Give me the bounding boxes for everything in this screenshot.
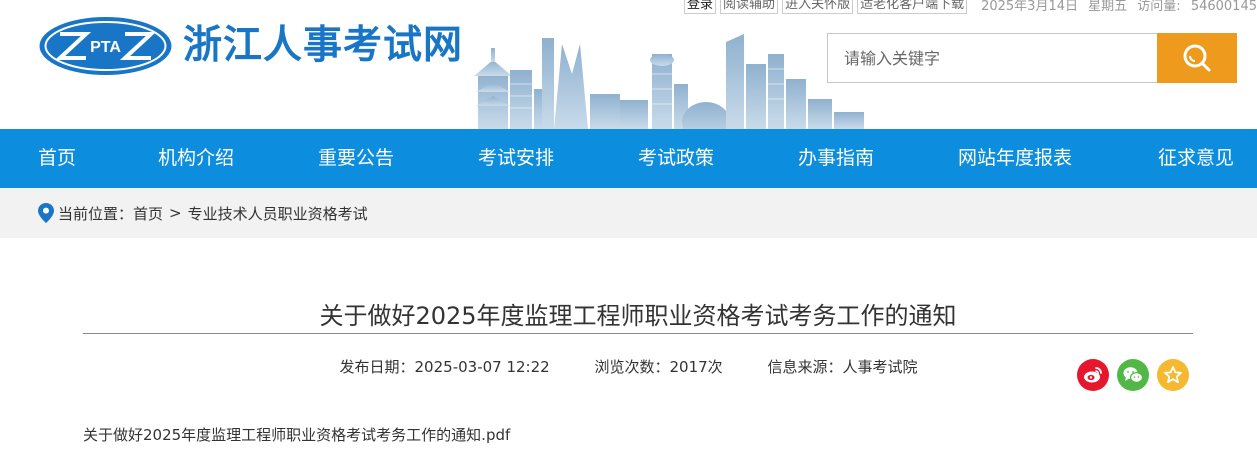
- info-source-value: 人事考试院: [842, 358, 918, 376]
- view-count-value: 2017次: [669, 358, 723, 376]
- favorite-share-button[interactable]: [1157, 359, 1189, 391]
- nav-item-service-guide[interactable]: 办事指南: [798, 129, 874, 188]
- share-buttons: [1077, 359, 1189, 391]
- view-count-label: 浏览次数：: [594, 358, 670, 376]
- publish-date-label: 发布日期：: [339, 358, 415, 376]
- article-meta: 发布日期：2025-03-07 12:22 浏览次数：2017次 信息来源：人事…: [0, 356, 1257, 377]
- site-logo[interactable]: PTA 浙江人事考试网: [38, 16, 463, 76]
- breadcrumb-bar: 当前位置： 首页 > 专业技术人员职业资格考试: [0, 188, 1257, 238]
- breadcrumb-prefix: 当前位置：: [58, 204, 134, 223]
- nav-item-annual-report[interactable]: 网站年度报表: [958, 129, 1072, 188]
- publish-date: 发布日期：2025-03-07 12:22: [340, 356, 550, 377]
- wechat-share-button[interactable]: [1117, 359, 1149, 391]
- search-input[interactable]: [827, 33, 1157, 83]
- wechat-icon: [1123, 367, 1144, 383]
- breadcrumb-home[interactable]: 首页: [133, 203, 163, 224]
- site-name: 浙江人事考试网: [183, 23, 464, 68]
- breadcrumb-current[interactable]: 专业技术人员职业资格考试: [188, 203, 368, 224]
- attachment-link[interactable]: 关于做好2025年度监理工程师职业资格考试考务工作的通知.pdf: [83, 424, 510, 445]
- main-nav: 首页 机构介绍 重要公告 考试安排 考试政策 办事指南 网站年度报表 征求意见: [0, 129, 1257, 188]
- nav-item-about[interactable]: 机构介绍: [158, 129, 234, 188]
- search-button[interactable]: [1157, 33, 1237, 83]
- city-skyline-image: [474, 34, 864, 129]
- nav-item-feedback[interactable]: 征求意见: [1158, 129, 1234, 188]
- site-header: PTA 浙江人事考试网: [0, 0, 1257, 129]
- search-icon: [1183, 44, 1211, 72]
- logo-text: PTA: [90, 39, 121, 56]
- favorite-star-icon: [1164, 366, 1182, 384]
- breadcrumb-separator: >: [169, 204, 182, 222]
- weibo-share-button[interactable]: [1077, 359, 1109, 391]
- weibo-icon: [1084, 367, 1102, 383]
- article-title: 关于做好2025年度监理工程师职业资格考试考务工作的通知: [319, 302, 957, 330]
- nav-item-exam-schedule[interactable]: 考试安排: [478, 129, 554, 188]
- nav-item-exam-policy[interactable]: 考试政策: [638, 129, 714, 188]
- pta-logo-icon: PTA: [39, 17, 172, 75]
- search-box: [827, 33, 1237, 83]
- info-source-label: 信息来源：: [767, 358, 843, 376]
- nav-item-announcements[interactable]: 重要公告: [318, 129, 394, 188]
- title-divider: [83, 333, 1193, 334]
- info-source: 信息来源：人事考试院: [767, 356, 917, 377]
- location-pin-icon: [38, 203, 54, 223]
- breadcrumb: 当前位置： 首页 > 专业技术人员职业资格考试: [38, 188, 368, 238]
- nav-item-home[interactable]: 首页: [38, 129, 76, 188]
- view-count: 浏览次数：2017次: [594, 356, 722, 377]
- publish-date-value: 2025-03-07 12:22: [414, 358, 550, 376]
